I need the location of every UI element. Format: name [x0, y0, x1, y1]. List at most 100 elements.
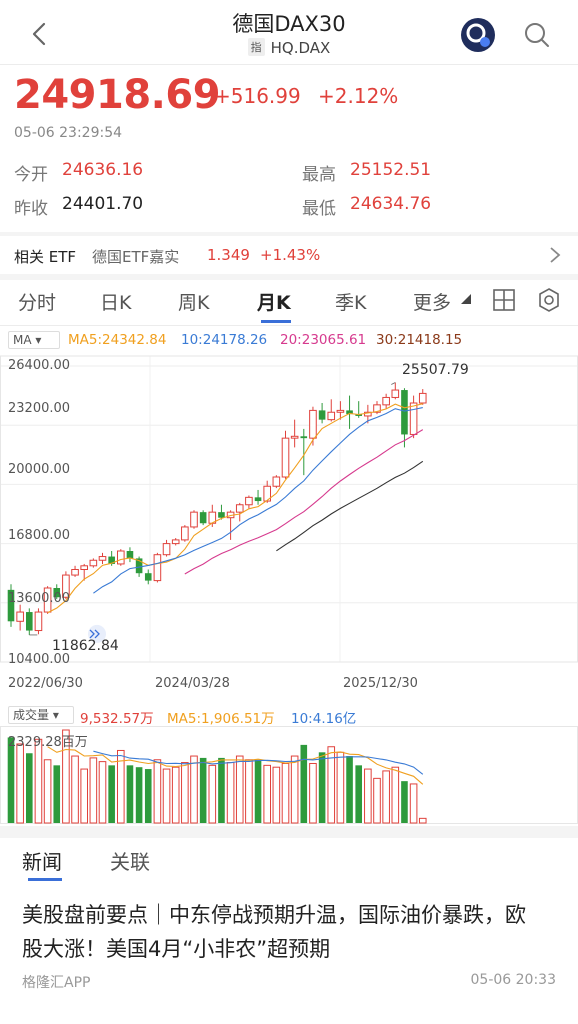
- ma5-line: [47, 403, 423, 614]
- tabs-divider: [0, 325, 578, 326]
- open-label: 今开: [14, 165, 48, 185]
- max-marker-line: [391, 382, 396, 385]
- news-tabs: 新闻 关联: [0, 838, 578, 886]
- related-etf-row[interactable]: 相关 ETF 德国ETF嘉实 1.349 +1.43%: [0, 236, 578, 274]
- candle-body-up: [409, 402, 418, 435]
- volume-bar-down: [144, 769, 152, 823]
- price-axis-label: 20000.00: [8, 462, 71, 477]
- news-time: 05-06 20:33: [470, 972, 556, 988]
- tab-monthly[interactable]: 月K: [257, 288, 291, 315]
- prev-close-label: 昨收: [14, 199, 48, 219]
- period-tabs: 分时 日K 周K 月K 季K 更多: [0, 280, 578, 324]
- news-source: 格隆汇APP: [22, 975, 91, 991]
- volume-bar-up: [382, 770, 390, 824]
- tab-weekly[interactable]: 周K: [178, 288, 209, 315]
- volume-bar-up: [171, 766, 180, 824]
- open-value: 24636.16: [62, 160, 144, 180]
- candle-body-up: [171, 539, 180, 545]
- volume-bar-down: [218, 757, 225, 823]
- candle-body-down: [144, 573, 152, 581]
- volume-bar-down: [7, 737, 15, 823]
- candle-body-down: [218, 512, 225, 518]
- price-axis-label: 16800.00: [8, 528, 71, 543]
- volume-bar-up: [391, 766, 400, 824]
- candle-body-up: [382, 396, 390, 406]
- volume-bar-up: [263, 764, 271, 824]
- candle-body-up: [290, 435, 299, 439]
- candle-body-up: [418, 392, 427, 404]
- index-code-text: HQ.DAX: [270, 39, 331, 57]
- volume-bar-down: [126, 765, 134, 823]
- low-label: 最低: [302, 199, 336, 219]
- volume-bar-down: [135, 767, 143, 823]
- section-gap: [0, 826, 578, 838]
- volume-ma5: MA5:1,906.51万: [167, 711, 275, 727]
- volume-bar-up: [16, 743, 24, 824]
- candle-body-up: [117, 550, 125, 565]
- volume-bar-up: [409, 783, 418, 824]
- price-change: +516.99: [214, 84, 301, 108]
- caret-down-icon: [461, 294, 471, 304]
- date-axis-label: 2022/06/30: [8, 676, 83, 691]
- volume-bar-down: [346, 756, 353, 823]
- grid-layout-icon[interactable]: [492, 288, 516, 312]
- quote-timestamp: 05-06 23:29:54: [14, 125, 123, 141]
- ma-legend: MA5:24342.84 10:24178.26 20:23065.61 30:…: [0, 329, 578, 351]
- volume-bar-up: [34, 738, 43, 824]
- settings-icon[interactable]: [536, 287, 562, 313]
- candle-body-up: [153, 554, 162, 582]
- date-axis-label: 2024/03/28: [155, 676, 230, 691]
- search-icon[interactable]: [520, 18, 554, 52]
- high-label: 最高: [302, 165, 336, 185]
- volume-value: 9,532.57万: [80, 711, 154, 727]
- volume-bar-up: [190, 755, 198, 824]
- news-headline[interactable]: 美股盘前要点｜中东停战预期升温，国际油价暴跌，欧股大涨！美国4月“小非农”超预期: [22, 898, 542, 966]
- high-value: 25152.51: [350, 160, 432, 180]
- candle-body-up: [272, 476, 281, 487]
- min-price-marker: 11862.84: [52, 638, 119, 654]
- volume-bar-down: [26, 753, 33, 823]
- candle-body-up: [235, 504, 244, 513]
- etf-change: +1.43%: [260, 246, 321, 264]
- tab-related[interactable]: 关联: [110, 846, 150, 875]
- volume-bar-up: [364, 768, 372, 824]
- candle-body-down: [300, 436, 308, 439]
- candle-body-up: [71, 569, 79, 576]
- tab-news[interactable]: 新闻: [22, 846, 62, 875]
- volume-bar-up: [309, 762, 317, 824]
- volume-bar-down: [53, 765, 61, 823]
- price-change-pct: +2.12%: [318, 84, 399, 108]
- tab-daily[interactable]: 日K: [100, 288, 131, 315]
- active-tab-indicator: [261, 320, 291, 323]
- ma10-value: 10:24178.26: [181, 332, 268, 348]
- max-price-marker: 25507.79: [402, 362, 469, 378]
- candle-body-up: [80, 565, 89, 571]
- volume-bar-down: [254, 759, 262, 823]
- volume-bar-up: [43, 759, 52, 824]
- candle-body-up: [89, 559, 98, 567]
- ma5-value: MA5:24342.84: [68, 332, 167, 348]
- candle-body-down: [401, 390, 408, 435]
- header-divider: [0, 64, 578, 65]
- tab-more[interactable]: 更多: [413, 288, 451, 315]
- tab-quarterly[interactable]: 季K: [335, 288, 366, 315]
- volume-bar-up: [80, 768, 89, 824]
- volume-bar-down: [355, 765, 362, 823]
- volume-bar-up: [153, 759, 162, 824]
- date-axis-label: 2025/12/30: [343, 676, 418, 691]
- volume-bar-down: [108, 765, 115, 823]
- tab-intraday[interactable]: 分时: [18, 288, 56, 315]
- candle-body-up: [309, 409, 317, 439]
- news-tab-indicator: [28, 878, 62, 881]
- price-axis-label: 13600.00: [8, 591, 71, 606]
- index-tag: 指: [247, 38, 265, 56]
- price-axis-label: 10400.00: [8, 652, 71, 667]
- volume-bar-down: [401, 781, 408, 823]
- candlestick-chart[interactable]: [0, 350, 578, 672]
- price-axis-label: 26400.00: [8, 358, 71, 373]
- low-value: 24634.76: [350, 194, 432, 214]
- volume-bar-up: [373, 777, 381, 824]
- volume-max-label: 2329.28百万: [8, 735, 88, 750]
- ai-assistant-icon[interactable]: [461, 18, 495, 52]
- volume-bar-up: [208, 764, 217, 824]
